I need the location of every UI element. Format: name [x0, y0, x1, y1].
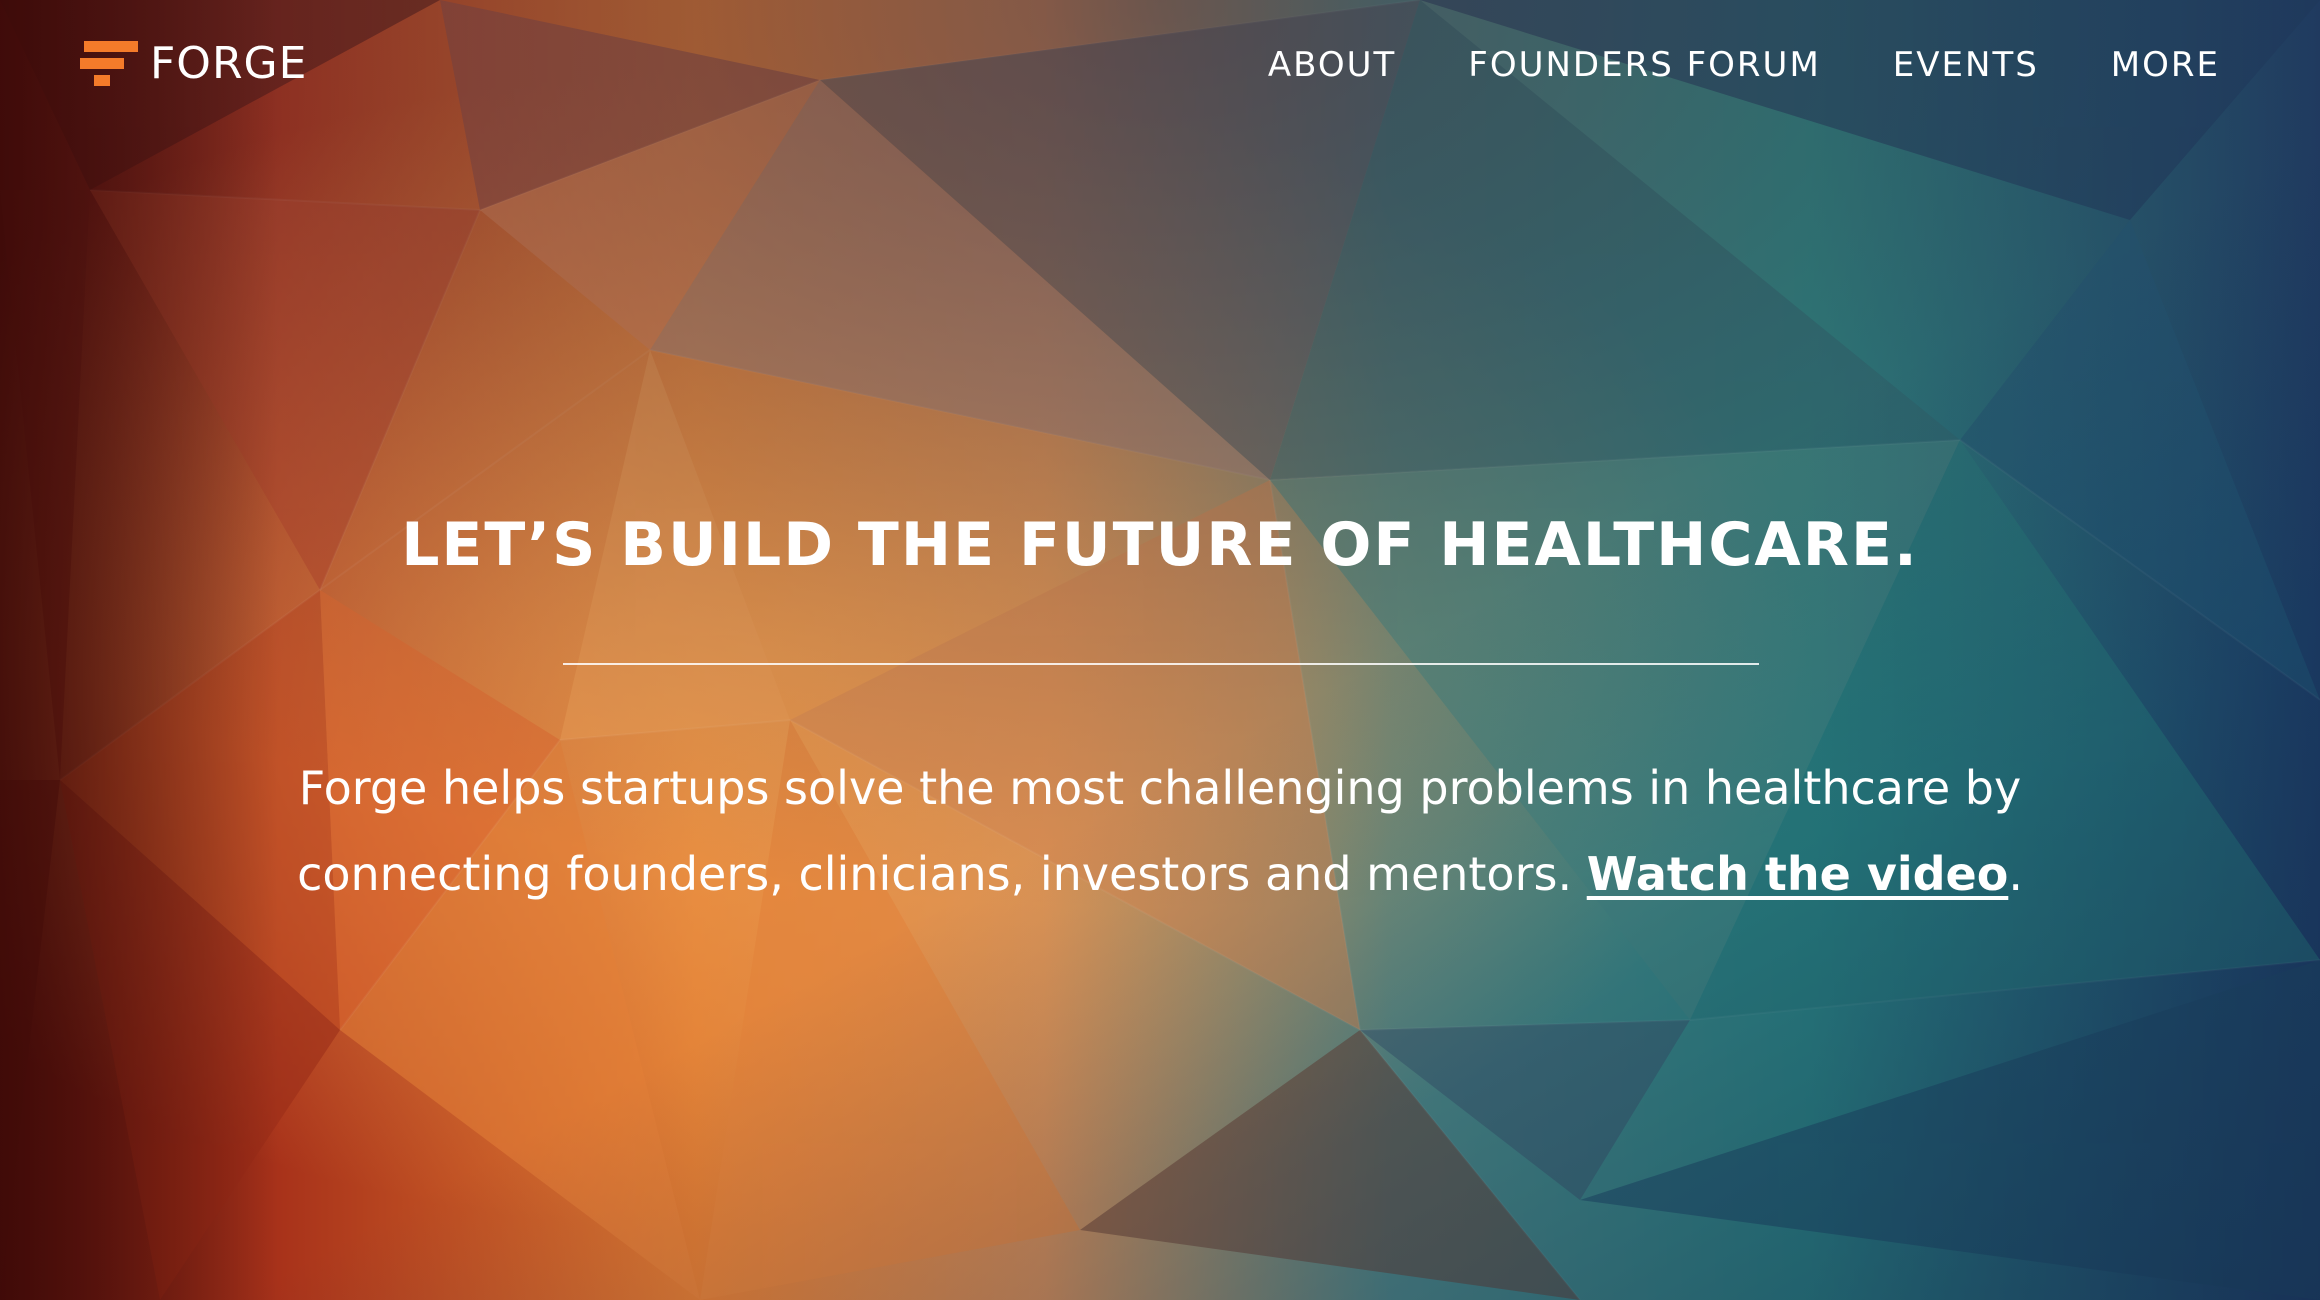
hero-section: FORGE ABOUT FOUNDERS FORUM EVENTS MORE L… — [0, 0, 2320, 1300]
hero-tagline: Forge helps startups solve the most chal… — [250, 745, 2070, 917]
headline-divider — [563, 663, 1759, 665]
hero-headline: LET’S BUILD THE FUTURE OF HEALTHCARE. — [401, 510, 1919, 580]
watch-video-link[interactable]: Watch the video — [1587, 847, 2009, 901]
tagline-period: . — [2008, 847, 2023, 901]
hero-content: LET’S BUILD THE FUTURE OF HEALTHCARE. Fo… — [0, 0, 2320, 1300]
